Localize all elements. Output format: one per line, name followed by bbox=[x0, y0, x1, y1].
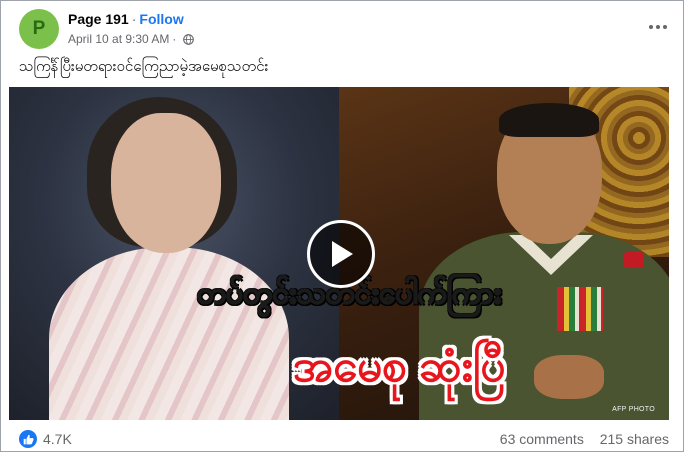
post-card: P Page 191 · Follow April 10 at 9:30 AM · … bbox=[0, 0, 684, 452]
page-name-link[interactable]: Page 191 bbox=[68, 11, 129, 27]
play-icon[interactable] bbox=[307, 220, 375, 288]
author-line: Page 191 · Follow bbox=[68, 11, 184, 27]
engagement-stats: 63 comments 215 shares bbox=[500, 431, 669, 447]
timestamp-link[interactable]: April 10 at 9:30 AM bbox=[68, 32, 169, 46]
separator-dot: · bbox=[131, 11, 137, 27]
post-text: သကြင်္န်ပြီးမတရားဝင်ကြေညာမဲ့အမေစုသတင်း bbox=[19, 58, 269, 75]
photo-credit: AFP PHOTO bbox=[612, 406, 655, 413]
follow-button[interactable]: Follow bbox=[139, 11, 183, 27]
like-reaction-icon[interactable] bbox=[19, 430, 37, 448]
video-caption-main: အမေစု ဆုံးပြီ bbox=[292, 342, 506, 391]
play-triangle bbox=[332, 241, 353, 267]
comments-count-link[interactable]: 63 comments bbox=[500, 431, 584, 447]
man-figure-hair bbox=[499, 103, 599, 137]
meta-separator: · bbox=[172, 32, 177, 46]
post-footer: 4.7K 63 comments 215 shares bbox=[19, 429, 669, 449]
shares-count-link[interactable]: 215 shares bbox=[600, 431, 669, 447]
globe-icon bbox=[183, 33, 195, 45]
shoulder-badge bbox=[624, 252, 644, 268]
video-player[interactable]: တပ်တွင်းသတင်းပေါက်ကြား အမေစု ဆုံးပြီ AFP… bbox=[9, 87, 669, 420]
post-meta: April 10 at 9:30 AM · bbox=[68, 32, 195, 46]
reaction-count[interactable]: 4.7K bbox=[43, 431, 72, 447]
post-header: P Page 191 · Follow April 10 at 9:30 AM · bbox=[19, 9, 669, 49]
woman-figure-face bbox=[111, 113, 221, 253]
avatar[interactable]: P bbox=[19, 9, 59, 49]
more-options-icon[interactable] bbox=[647, 17, 669, 37]
